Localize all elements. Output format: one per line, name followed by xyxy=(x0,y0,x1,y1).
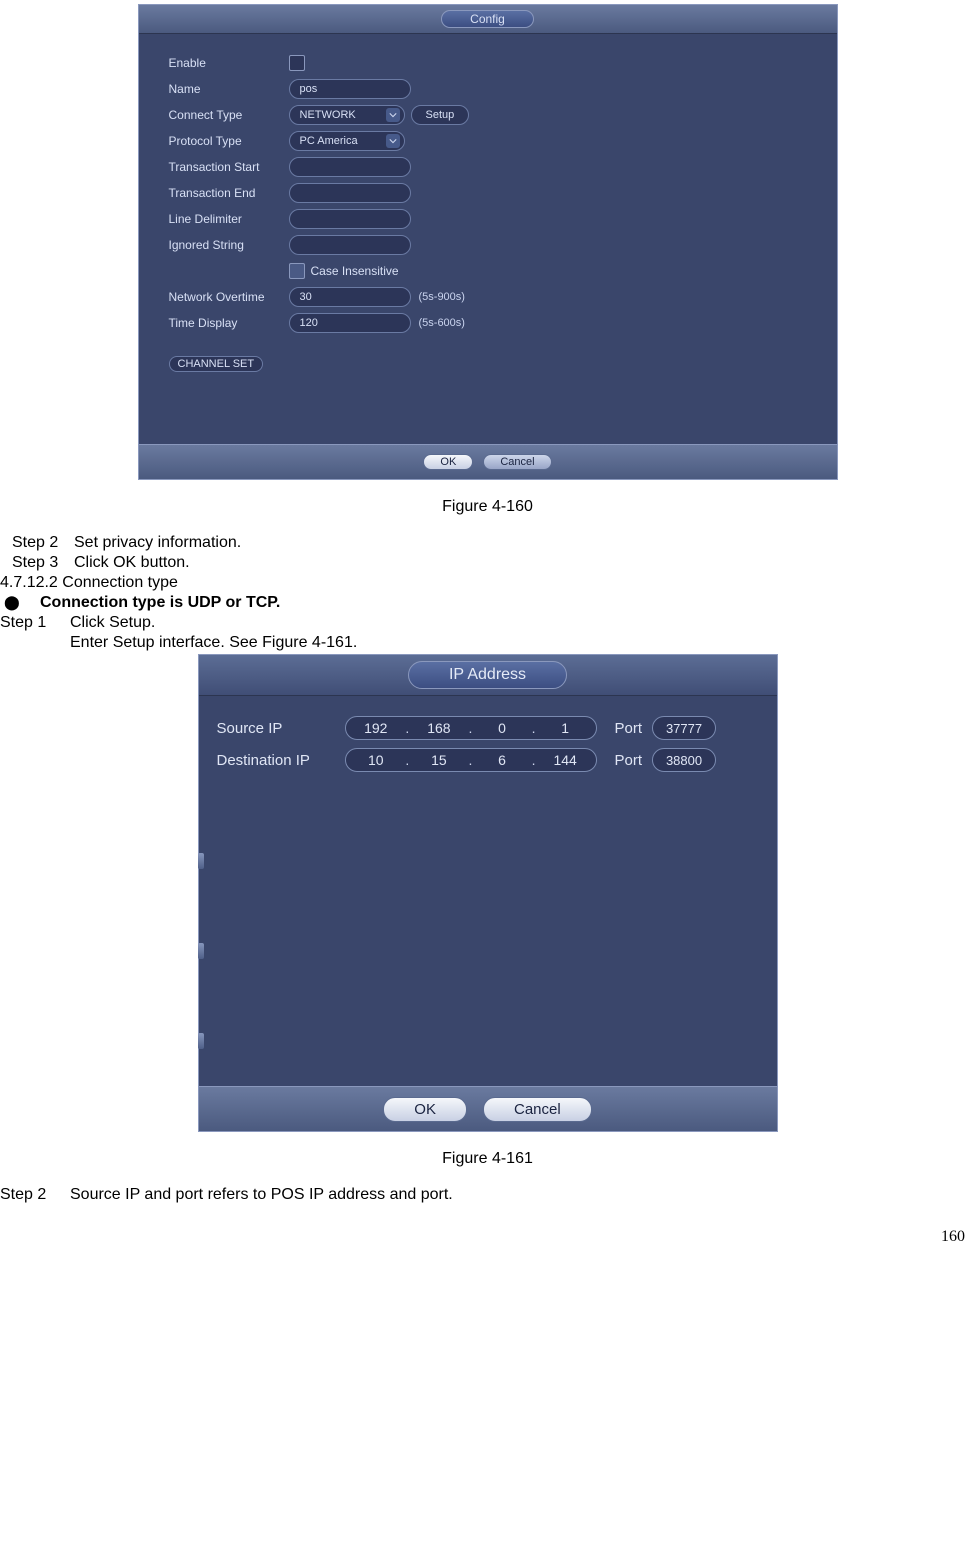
ip-octet: 10 xyxy=(357,752,395,768)
protocol-type-label: Protocol Type xyxy=(169,134,289,148)
case-insensitive-label: Case Insensitive xyxy=(311,264,399,278)
ip-octet: 192 xyxy=(357,720,395,736)
figure-caption-161: Figure 4-161 xyxy=(0,1150,975,1168)
chevron-down-icon xyxy=(386,134,400,148)
cancel-button[interactable]: Cancel xyxy=(483,1097,592,1122)
protocol-type-value: PC America xyxy=(300,135,358,147)
enable-checkbox[interactable] xyxy=(289,55,305,71)
setup-button[interactable]: Setup xyxy=(411,105,470,125)
side-marks xyxy=(198,816,204,1086)
ignored-string-label: Ignored String xyxy=(169,238,289,252)
source-ip-input[interactable]: 192. 168. 0. 1 xyxy=(345,716,597,740)
line-delimiter-label: Line Delimiter xyxy=(169,212,289,226)
connect-type-label: Connect Type xyxy=(169,108,289,122)
connect-type-value: NETWORK xyxy=(300,109,356,121)
chevron-down-icon xyxy=(386,108,400,122)
doc-subsection: 4.7.12.2 Connection type xyxy=(0,574,975,592)
destination-port-label: Port xyxy=(615,752,643,769)
ip-octet: 1 xyxy=(546,720,584,736)
doc-step-2: Step 2Set privacy information. xyxy=(12,534,975,552)
page-number: 160 xyxy=(941,1228,965,1246)
network-overtime-hint: (5s-900s) xyxy=(419,291,465,303)
doc-step-1-mid-cont: Enter Setup interface. See Figure 4-161. xyxy=(70,634,975,652)
source-port-label: Port xyxy=(615,720,643,737)
transaction-start-label: Transaction Start xyxy=(169,160,289,174)
ok-button[interactable]: OK xyxy=(383,1097,467,1122)
bullet-icon: ⬤ xyxy=(0,594,40,612)
transaction-end-label: Transaction End xyxy=(169,186,289,200)
config-title: Config xyxy=(441,10,534,28)
config-titlebar: Config xyxy=(139,5,837,34)
name-input[interactable]: pos xyxy=(289,79,411,99)
ip-octet: 6 xyxy=(483,752,521,768)
cancel-button[interactable]: Cancel xyxy=(483,454,551,470)
ip-octet: 144 xyxy=(546,752,584,768)
ok-button[interactable]: OK xyxy=(423,454,473,470)
ip-address-dialog: IP Address Source IP 192. 168. 0. 1 Port… xyxy=(198,654,778,1132)
ip-octet: 168 xyxy=(420,720,458,736)
doc-step-3: Step 3Click OK button. xyxy=(12,554,975,572)
transaction-start-input[interactable] xyxy=(289,157,411,177)
config-footer: OK Cancel xyxy=(139,444,837,479)
ip-title: IP Address xyxy=(408,661,567,689)
config-body: Enable Name pos Connect Type NETWORK xyxy=(139,34,837,444)
time-display-hint: (5s-600s) xyxy=(419,317,465,329)
doc-bullet-1: ⬤ Connection type is UDP or TCP. xyxy=(0,594,975,612)
enable-label: Enable xyxy=(169,56,289,70)
case-insensitive-checkbox[interactable] xyxy=(289,263,305,279)
ip-body: Source IP 192. 168. 0. 1 Port 37777 Dest… xyxy=(199,696,777,1086)
ip-octet: 15 xyxy=(420,752,458,768)
transaction-end-input[interactable] xyxy=(289,183,411,203)
network-overtime-label: Network Overtime xyxy=(169,290,289,304)
destination-port-input[interactable]: 38800 xyxy=(652,748,716,772)
ip-footer: OK Cancel xyxy=(199,1086,777,1131)
network-overtime-input[interactable]: 30 xyxy=(289,287,411,307)
line-delimiter-input[interactable] xyxy=(289,209,411,229)
config-dialog: Config Enable Name pos Connect Type NETW… xyxy=(138,4,838,480)
ip-octet: 0 xyxy=(483,720,521,736)
doc-step-2-bot: Step 2Source IP and port refers to POS I… xyxy=(0,1186,975,1204)
doc-step-1-mid: Step 1Click Setup. xyxy=(0,614,975,632)
destination-ip-label: Destination IP xyxy=(217,752,345,769)
name-label: Name xyxy=(169,82,289,96)
time-display-input[interactable]: 120 xyxy=(289,313,411,333)
ip-titlebar: IP Address xyxy=(199,655,777,696)
source-port-input[interactable]: 37777 xyxy=(652,716,716,740)
ignored-string-input[interactable] xyxy=(289,235,411,255)
figure-caption-160: Figure 4-160 xyxy=(0,498,975,516)
protocol-type-select[interactable]: PC America xyxy=(289,131,405,151)
destination-ip-input[interactable]: 10. 15. 6. 144 xyxy=(345,748,597,772)
channel-set-button[interactable]: CHANNEL SET xyxy=(169,356,264,372)
connect-type-select[interactable]: NETWORK xyxy=(289,105,405,125)
time-display-label: Time Display xyxy=(169,316,289,330)
source-ip-label: Source IP xyxy=(217,720,345,737)
